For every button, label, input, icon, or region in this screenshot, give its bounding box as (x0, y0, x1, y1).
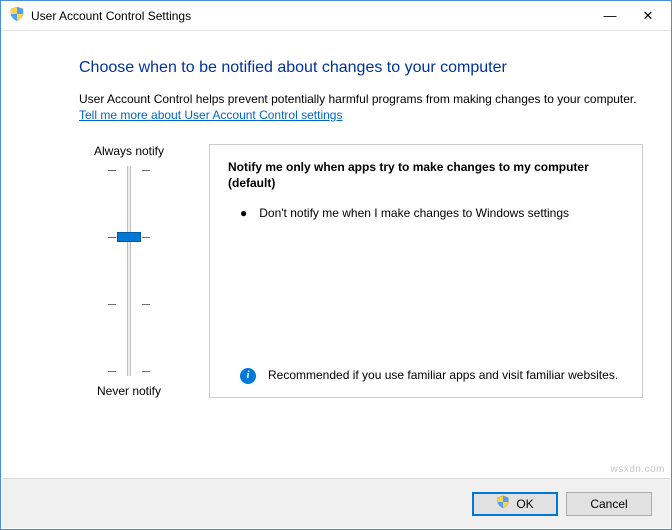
cancel-button-label: Cancel (590, 497, 627, 511)
slider-bottom-label: Never notify (97, 384, 161, 398)
recommendation-row: i Recommended if you use familiar apps a… (228, 367, 624, 384)
slider-tick (108, 170, 116, 171)
slider-tick (108, 304, 116, 305)
page-heading: Choose when to be notified about changes… (79, 59, 643, 77)
detail-title: Notify me only when apps try to make cha… (228, 159, 624, 191)
description-text: User Account Control helps prevent poten… (79, 91, 643, 108)
slider-tick (142, 237, 150, 238)
slider-tick (142, 304, 150, 305)
titlebar: User Account Control Settings — ✕ (1, 1, 671, 31)
window-title: User Account Control Settings (31, 9, 591, 23)
detail-bullet-text: Don't notify me when I make changes to W… (259, 205, 569, 222)
bullet-icon: ● (240, 205, 247, 222)
slider-tick (142, 371, 150, 372)
slider-top-label: Always notify (94, 144, 164, 158)
watermark: wsxdn.com (610, 464, 665, 475)
slider-track-line (127, 166, 131, 376)
button-bar: OK Cancel (2, 478, 670, 528)
slider-thumb[interactable] (117, 232, 141, 242)
slider-tick (108, 371, 116, 372)
detail-panel: Notify me only when apps try to make cha… (209, 144, 643, 398)
help-link[interactable]: Tell me more about User Account Control … (79, 108, 342, 122)
info-icon: i (240, 368, 256, 384)
shield-icon (496, 495, 510, 512)
shield-icon (9, 6, 25, 25)
minimize-button[interactable]: — (591, 2, 629, 30)
ok-button[interactable]: OK (472, 492, 558, 516)
slider-column: Always notify Never notify (79, 144, 179, 398)
close-button[interactable]: ✕ (629, 2, 667, 30)
slider-tick (108, 237, 116, 238)
slider-tick (142, 170, 150, 171)
ok-button-label: OK (516, 497, 533, 511)
content-area: Choose when to be notified about changes… (1, 31, 671, 473)
uac-slider[interactable] (106, 166, 152, 376)
recommendation-text: Recommended if you use familiar apps and… (268, 367, 618, 384)
detail-bullet: ● Don't notify me when I make changes to… (228, 205, 624, 222)
cancel-button[interactable]: Cancel (566, 492, 652, 516)
